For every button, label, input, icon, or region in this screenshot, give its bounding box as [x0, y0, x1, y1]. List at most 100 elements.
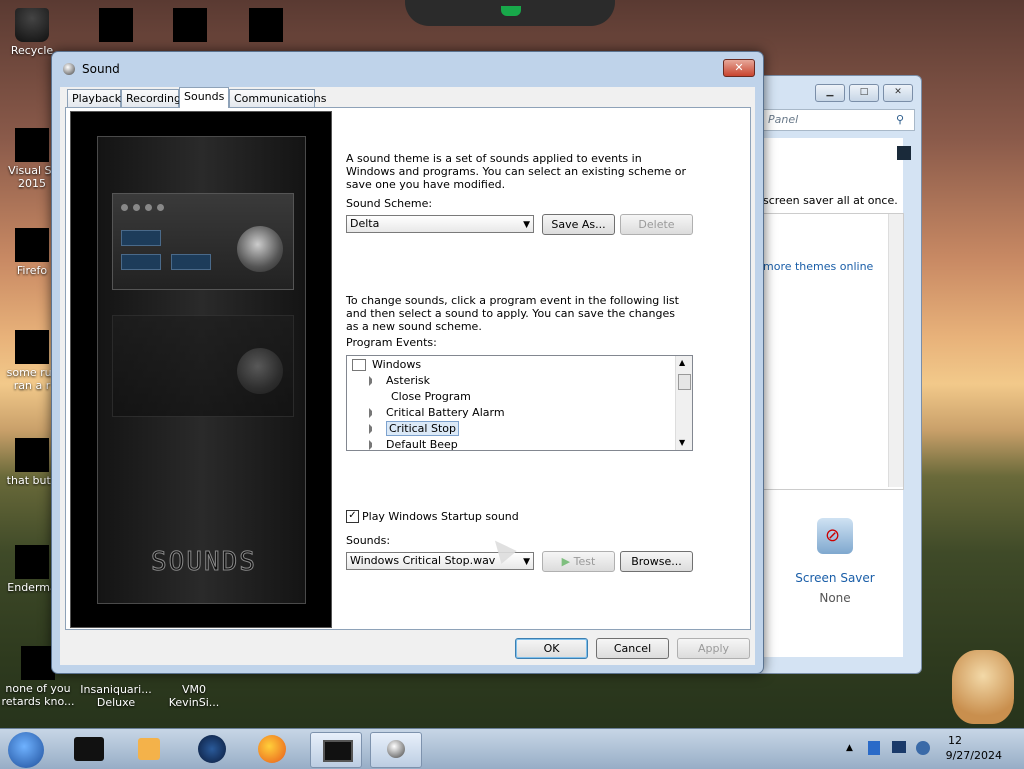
taskbar-app-terminal[interactable]: [64, 732, 114, 766]
control-panel-window[interactable]: ▁ □ ✕ Panel ⚲ screen saver all at once. …: [748, 75, 922, 674]
startup-sound-checkbox[interactable]: ✓: [346, 510, 359, 523]
event-label: Default Beep: [386, 438, 458, 451]
list-item-windows[interactable]: Windows: [352, 357, 421, 373]
list-item-default-beep[interactable]: Default Beep: [369, 437, 458, 451]
art-logo: SOUNDS: [151, 547, 257, 578]
desktop-icon-app-4[interactable]: [226, 8, 306, 44]
theme-list[interactable]: more themes online: [763, 213, 904, 490]
terminal-icon: [74, 737, 104, 761]
minimize-button[interactable]: ▁: [815, 84, 845, 102]
sound-scheme-label: Sound Scheme:: [346, 197, 433, 210]
firefox-icon: [15, 228, 49, 262]
delete-button[interactable]: Delete: [620, 214, 693, 235]
clock-date[interactable]: 9/27/2024: [946, 749, 1002, 762]
art-frame: SOUNDS: [97, 136, 306, 604]
change-sounds-text: To change sounds, click a program event …: [346, 294, 679, 333]
app-icon: [173, 8, 207, 42]
more-themes-link[interactable]: more themes online: [763, 260, 873, 273]
media-player-icon: [138, 738, 160, 760]
file-icon: [15, 545, 49, 579]
speaker-icon: [387, 740, 405, 758]
art-dot: [121, 204, 128, 211]
tray-icon-2[interactable]: [892, 741, 906, 753]
chevron-down-icon: ▼: [523, 220, 530, 230]
screensaver-hint: screen saver all at once.: [763, 194, 898, 207]
list-item-critical-stop[interactable]: Critical Stop: [369, 421, 459, 437]
theme-list-scrollbar[interactable]: [888, 214, 903, 487]
list-item-close-program[interactable]: Close Program: [369, 389, 471, 405]
sound-dialog[interactable]: Sound ✕ Playback Recording Sounds Commun…: [51, 51, 764, 674]
tab-sounds[interactable]: Sounds: [179, 87, 229, 108]
event-label: Close Program: [391, 390, 471, 403]
tab-communications[interactable]: Communications: [229, 89, 326, 107]
hamster-mascot[interactable]: [952, 650, 1014, 724]
tab-recording[interactable]: Recording: [121, 89, 181, 107]
maximize-button[interactable]: □: [849, 84, 879, 102]
chevron-up-icon[interactable]: ▲: [679, 358, 685, 367]
taskbar-app-media[interactable]: [124, 732, 174, 766]
globe-icon: [198, 735, 226, 763]
sound-scheme-select[interactable]: Delta ▼: [346, 215, 534, 233]
sounds-label: Sounds:: [346, 534, 391, 547]
event-label: Asterisk: [386, 374, 431, 387]
desktop-icon-app-2[interactable]: [76, 8, 156, 44]
tray-icon-1[interactable]: [868, 741, 880, 755]
art-screen: [171, 254, 211, 270]
show-hidden-icons-icon[interactable]: ▲: [846, 743, 853, 753]
list-item-asterisk[interactable]: Asterisk: [369, 373, 430, 389]
browse-button[interactable]: Browse...: [620, 551, 693, 572]
taskbar-app-window[interactable]: [310, 732, 362, 768]
close-button[interactable]: ✕: [883, 84, 913, 102]
cancel-button[interactable]: Cancel: [596, 638, 669, 659]
apply-button[interactable]: Apply: [677, 638, 750, 659]
search-box[interactable]: Panel ⚲: [763, 109, 915, 131]
list-item-critical-battery-alarm[interactable]: Critical Battery Alarm: [369, 405, 505, 421]
speaker-icon: [63, 63, 75, 75]
desktop-icon-label: Insaniquari...: [80, 683, 152, 696]
desktop-icon-vm0[interactable]: VM0 KevinSi...: [154, 683, 234, 709]
top-gadget-bar: [405, 0, 615, 26]
desktop-icon-label: none of you: [5, 682, 71, 695]
taskbar-app-firefox[interactable]: [248, 732, 298, 766]
scrollbar-thumb[interactable]: [678, 374, 691, 390]
art-screen: [121, 254, 161, 270]
screen-saver-icon[interactable]: ⊘: [817, 518, 853, 554]
gadget-led: [501, 6, 521, 16]
desktop-icon-recycle-bin[interactable]: Recycle: [0, 8, 72, 57]
save-as-button[interactable]: Save As...: [542, 214, 615, 235]
desktop-icon-app-3[interactable]: [150, 8, 230, 44]
screen-saver-value: None: [819, 591, 851, 605]
play-icon: ▶: [561, 555, 574, 568]
start-button[interactable]: [8, 732, 44, 768]
taskbar-app-globe[interactable]: [188, 732, 238, 766]
file-icon: [21, 646, 55, 680]
app-icon: [249, 8, 283, 42]
art-rack: [112, 193, 294, 290]
chevron-down-icon[interactable]: ▼: [679, 438, 685, 447]
event-label: Critical Battery Alarm: [386, 406, 505, 419]
ok-button[interactable]: OK: [515, 638, 588, 659]
art-dot: [157, 204, 164, 211]
desktop-icon-label2: Deluxe: [96, 696, 136, 709]
events-scrollbar[interactable]: ▲ ▼: [675, 356, 692, 450]
sounds-theme-art: SOUNDS: [70, 111, 332, 628]
recycle-bin-icon: [15, 8, 49, 42]
test-label: Test: [573, 555, 596, 568]
close-button[interactable]: ✕: [723, 59, 755, 77]
help-icon[interactable]: [897, 146, 911, 160]
search-icon: ⚲: [896, 113, 905, 126]
dialog-title: Sound: [82, 62, 120, 76]
desktop-icon-label2: KevinSi...: [168, 696, 220, 709]
program-events-list[interactable]: Windows Asterisk Close Program Critical …: [346, 355, 693, 451]
file-icon: [15, 438, 49, 472]
clock-time[interactable]: 12: [948, 734, 962, 747]
screen-saver-link[interactable]: Screen Saver: [787, 572, 883, 585]
taskbar-app-sound[interactable]: [370, 732, 422, 768]
event-label: Critical Stop: [386, 421, 459, 436]
speaker-icon: [369, 408, 378, 418]
sounds-tab-panel: SOUNDS A sound theme is a set of sounds …: [65, 107, 751, 630]
tab-playback[interactable]: Playback: [67, 89, 121, 107]
test-button[interactable]: ▶ Test: [542, 551, 615, 572]
desktop-icon-insaniquarium[interactable]: Insaniquari... Deluxe: [76, 683, 156, 709]
network-icon[interactable]: [916, 741, 930, 755]
